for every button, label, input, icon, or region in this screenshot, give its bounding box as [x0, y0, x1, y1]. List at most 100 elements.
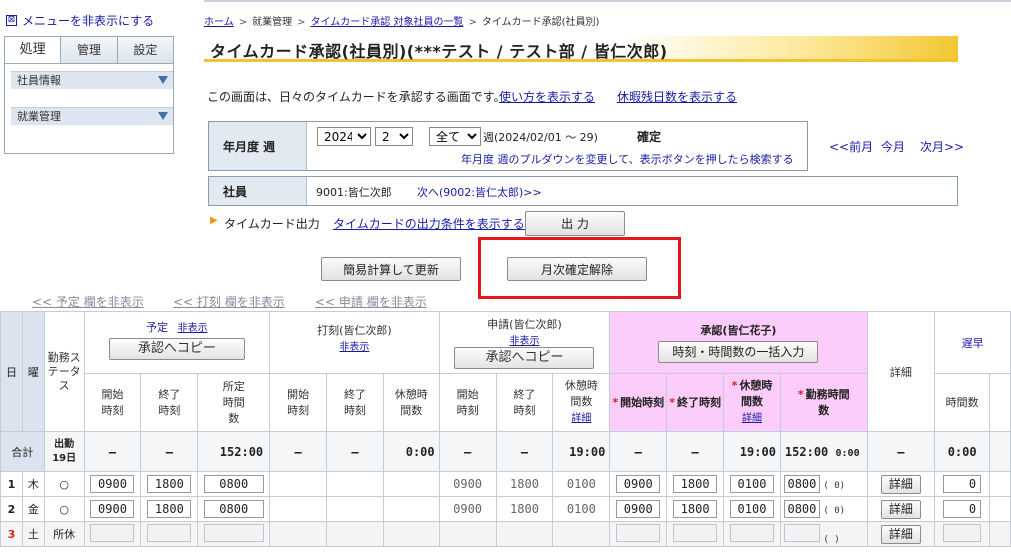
- collapse-icon: ⊠: [6, 15, 17, 26]
- month-select[interactable]: 2: [375, 127, 413, 146]
- header-plan-scheduled: 所定時間数: [197, 373, 271, 432]
- plan-hide-link[interactable]: 非表示: [178, 323, 208, 334]
- date-range: 週(2024/02/01 〜 29): [483, 131, 598, 144]
- header-early: [989, 373, 1011, 432]
- next-employee-link[interactable]: 次へ(9002:皆仁太郎)>>: [417, 184, 542, 200]
- punch-hide-link[interactable]: 非表示: [339, 342, 369, 353]
- header-approve-break: * 休憩時間数 詳細: [723, 373, 781, 432]
- plan-scheduled-input[interactable]: [203, 523, 264, 542]
- plan-scheduled-input[interactable]: 0800: [203, 475, 264, 493]
- detail-button[interactable]: 詳細: [880, 499, 921, 519]
- detail-button[interactable]: 詳細: [880, 524, 921, 544]
- tab-settings[interactable]: 設定: [117, 37, 173, 63]
- approve-work-input[interactable]: 0800: [783, 475, 820, 493]
- table-row: 1 木 ○ 0900 1800 0800 0900 1800 0100 0900…: [0, 471, 1011, 497]
- approve-break-input[interactable]: 0100: [729, 500, 774, 518]
- year-select[interactable]: 2024: [317, 127, 371, 146]
- employee-label: 社員: [209, 177, 307, 205]
- this-month-link[interactable]: 今月: [881, 138, 905, 155]
- plan-start-input[interactable]: [90, 523, 135, 542]
- approve-break-input[interactable]: 0100: [729, 475, 774, 493]
- approve-work-input[interactable]: 0800: [783, 500, 820, 518]
- how-to-link[interactable]: 使い方を表示する: [499, 88, 595, 105]
- header-apply-start: 開始時刻: [438, 373, 497, 432]
- leave-days-link[interactable]: 休暇残日数を表示する: [617, 88, 737, 105]
- late-input[interactable]: [943, 523, 982, 542]
- next-month-link[interactable]: 次月>>: [920, 138, 964, 155]
- hide-apply-toggle[interactable]: << 申請 欄を非表示: [315, 293, 427, 310]
- breadcrumb: ホーム > 就業管理 > タイムカード承認 対象社員の一覧 > タイムカード承認(社員別): [204, 17, 600, 28]
- sidebar-item-employee-info[interactable]: 社員情報: [11, 71, 173, 89]
- plan-end-input[interactable]: [147, 523, 192, 542]
- header-weekday: 曜: [21, 311, 45, 432]
- plan-scheduled-input[interactable]: 0800: [203, 500, 264, 518]
- sidebar-item-label: 社員情報: [17, 74, 61, 87]
- sidebar-tabs: 処理 管理 設定: [4, 36, 174, 64]
- header-plan: 予定 非表示 承認へコピー: [83, 311, 271, 374]
- employee-name: 9001:皆仁次郎: [316, 186, 392, 199]
- detail-button[interactable]: 詳細: [880, 474, 921, 494]
- breadcrumb-current: タイムカード承認(社員別): [481, 17, 600, 28]
- header-approve: 承認(皆仁花子) 時刻・時間数の一括入力: [609, 311, 868, 374]
- apply-break-detail-link[interactable]: 詳細: [571, 413, 591, 424]
- bulk-input-button[interactable]: 時刻・時間数の一括入力: [658, 341, 819, 363]
- output-conditions-link[interactable]: タイムカードの出力条件を表示する: [333, 215, 525, 232]
- header-plan-start: 開始時刻: [83, 373, 142, 432]
- tab-process[interactable]: 処理: [5, 37, 62, 63]
- tab-manage[interactable]: 管理: [61, 37, 118, 63]
- output-button[interactable]: 出 力: [525, 211, 625, 236]
- status-confirmed: 確定: [637, 130, 662, 144]
- sidebar-item-label: 就業管理: [17, 110, 61, 123]
- approve-start-input[interactable]: [616, 523, 661, 542]
- page-description: この画面は、日々のタイムカードを承認する画面です。: [207, 90, 506, 104]
- apply-copy-button[interactable]: 承認へコピー: [454, 347, 595, 369]
- plan-start-input[interactable]: 0900: [90, 500, 135, 518]
- simple-calc-button[interactable]: 簡易計算して更新: [321, 257, 461, 281]
- approve-break-input[interactable]: [729, 523, 774, 542]
- approve-break-detail-link[interactable]: 詳細: [742, 413, 762, 424]
- totals-plan-scheduled: 152:00: [197, 431, 271, 472]
- approve-end-input[interactable]: [673, 523, 718, 542]
- plan-start-input[interactable]: 0900: [90, 475, 135, 493]
- hide-punch-toggle[interactable]: << 打刻 欄を非表示: [173, 293, 285, 310]
- highlight-box: [478, 237, 681, 299]
- header-punch-start: 開始時刻: [269, 373, 328, 432]
- period-label: 年月度 週: [209, 122, 307, 170]
- hide-plan-toggle[interactable]: << 予定 欄を非表示: [32, 293, 144, 310]
- approve-work-input[interactable]: [783, 523, 820, 542]
- late-input[interactable]: 0: [943, 500, 982, 518]
- apply-hide-link[interactable]: 非表示: [509, 336, 539, 347]
- totals-approve-work: 152:00 0:00: [779, 431, 868, 472]
- approve-start-input[interactable]: 0900: [616, 475, 661, 493]
- prev-month-link[interactable]: <<前月: [829, 138, 873, 155]
- header-punch-end: 終了時刻: [326, 373, 384, 432]
- plan-end-input[interactable]: 1800: [147, 475, 192, 493]
- header-late-hours: 時間数: [934, 373, 991, 432]
- header-status: 勤務ステータス: [43, 311, 85, 432]
- hide-menu-label: メニューを非表示にする: [22, 14, 155, 28]
- employee-box: 社員 9001:皆仁次郎 次へ(9002:皆仁太郎)>>: [208, 176, 958, 206]
- totals-approve-break: 19:00: [723, 431, 781, 472]
- bullet-arrow-icon: ▶: [210, 215, 218, 226]
- sidebar-item-attendance[interactable]: 就業管理: [11, 107, 173, 125]
- header-approve-end: * 終了時刻: [666, 373, 725, 432]
- plan-end-input[interactable]: 1800: [147, 500, 192, 518]
- plan-copy-button[interactable]: 承認へコピー: [108, 338, 245, 360]
- period-filter-box: 年月度 週 2024 2 全て 週(2024/02/01 〜 29) 確定 年月…: [208, 121, 808, 171]
- approve-end-input[interactable]: 1800: [673, 475, 718, 493]
- header-approve-start: * 開始時刻: [609, 373, 668, 432]
- hide-menu-toggle[interactable]: ⊠ メニューを非表示にする: [6, 12, 154, 29]
- totals-late: 0:00: [934, 431, 991, 472]
- week-select[interactable]: 全て: [429, 127, 481, 146]
- breadcrumb-home[interactable]: ホーム: [204, 17, 234, 28]
- header-punch: 打刻(皆仁次郎) 非表示: [269, 311, 440, 374]
- breadcrumb-target-list[interactable]: タイムカード承認 対象社員の一覧: [310, 17, 463, 28]
- dropdown-triangle-icon: [158, 76, 168, 84]
- header-punch-break: 休憩時間数: [382, 373, 440, 432]
- late-input[interactable]: 0: [943, 475, 982, 493]
- header-plan-end: 終了時刻: [140, 373, 199, 432]
- approve-end-input[interactable]: 1800: [673, 500, 718, 518]
- page-title: タイムカード承認(社員別)(***テスト / テスト部 / 皆仁次郎): [210, 42, 668, 61]
- header-detail: 詳細: [866, 311, 936, 432]
- approve-start-input[interactable]: 0900: [616, 500, 661, 518]
